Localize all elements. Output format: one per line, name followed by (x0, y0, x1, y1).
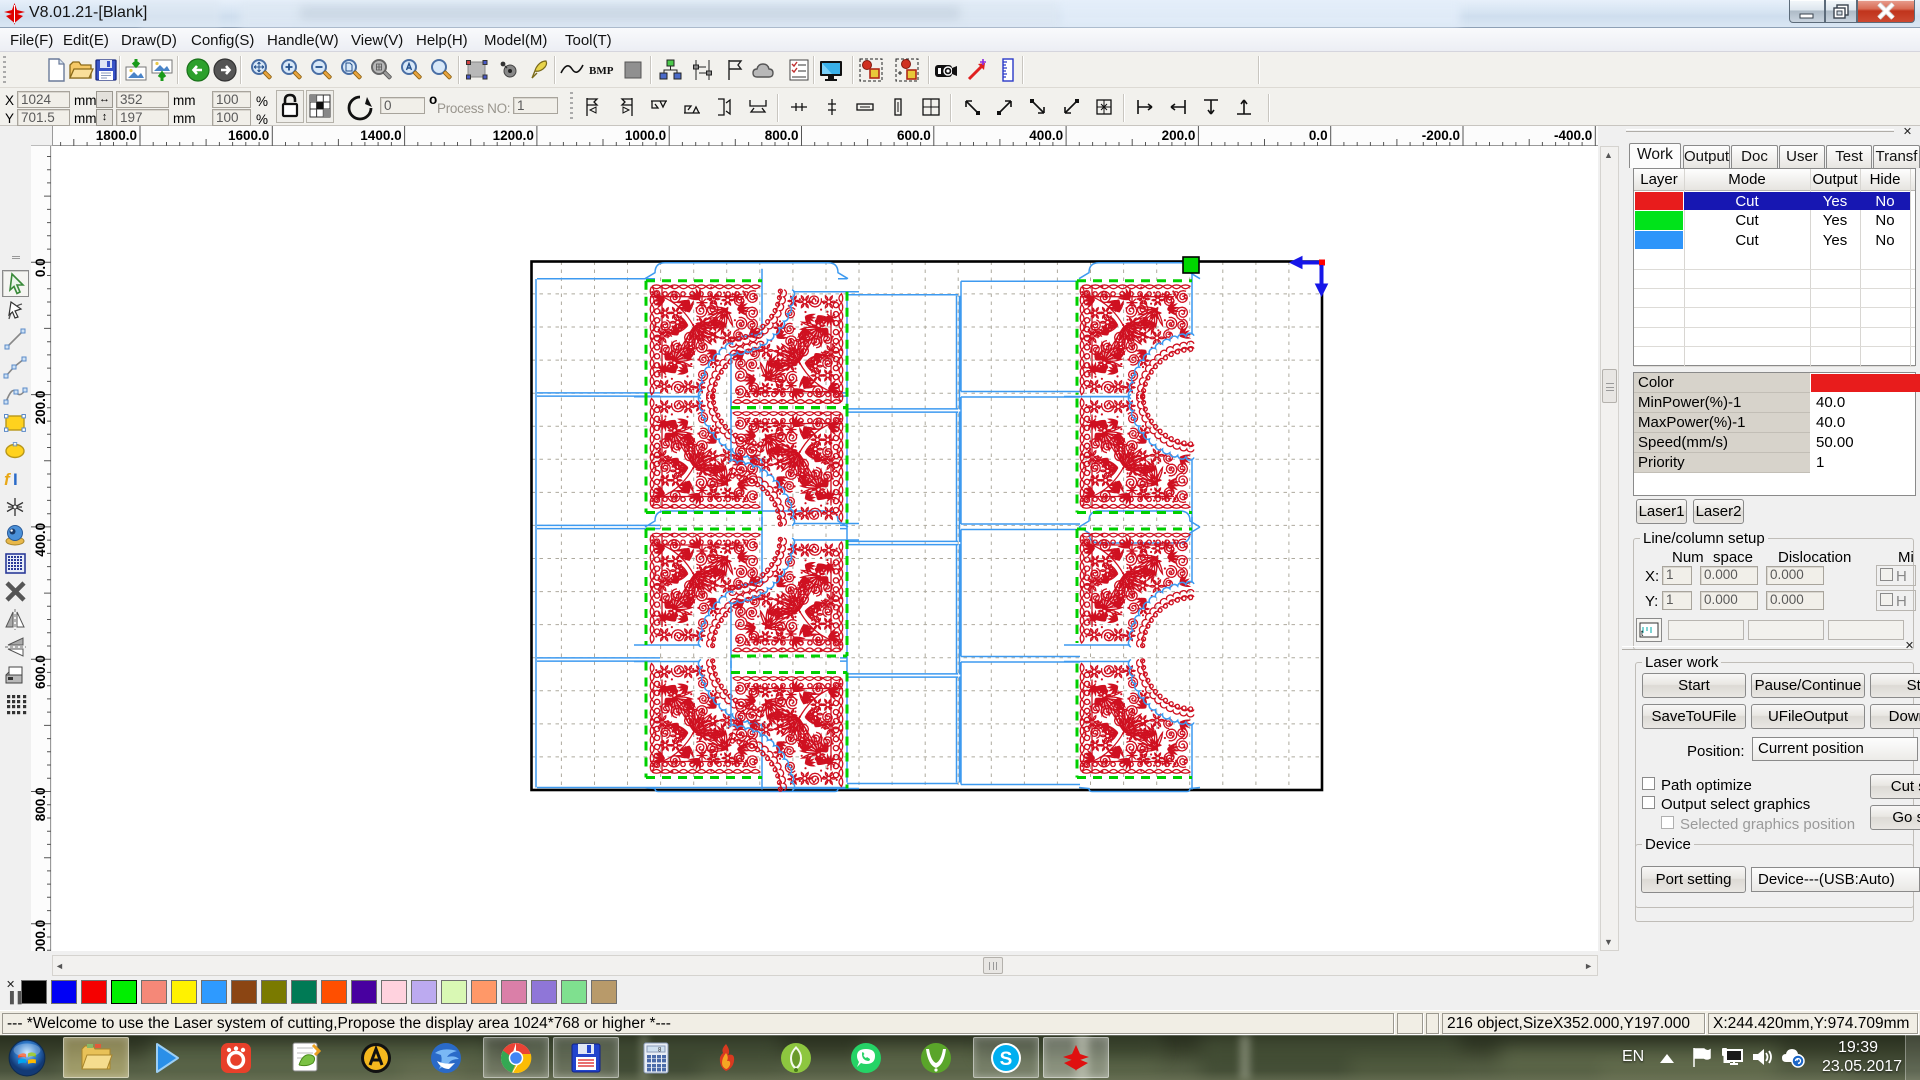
svg-text:200.0: 200.0 (33, 391, 48, 425)
svg-text:BMP: BMP (589, 65, 614, 77)
svg-text:200.0: 200.0 (1162, 128, 1196, 143)
svg-text:1000.0: 1000.0 (625, 128, 666, 143)
svg-text:1600.0: 1600.0 (228, 128, 269, 143)
svg-text:800.0: 800.0 (765, 128, 799, 143)
svg-text:0.0: 0.0 (1309, 128, 1328, 143)
svg-text:-200.0: -200.0 (1422, 128, 1460, 143)
svg-text:-400.0: -400.0 (1554, 128, 1592, 143)
svg-text:600.0: 600.0 (33, 655, 48, 689)
svg-text:0.0: 0.0 (33, 258, 48, 277)
svg-text:I: I (13, 470, 18, 489)
svg-text:400.0: 400.0 (33, 523, 48, 557)
svg-text:600.0: 600.0 (897, 128, 931, 143)
svg-text:1400.0: 1400.0 (360, 128, 401, 143)
svg-text:800.0: 800.0 (33, 788, 48, 822)
svg-text:S: S (1000, 1049, 1013, 1070)
svg-text:f: f (4, 470, 12, 489)
svg-text:400.0: 400.0 (1029, 128, 1063, 143)
svg-text:1000.0: 1000.0 (33, 920, 48, 951)
svg-text:1800.0: 1800.0 (96, 128, 137, 143)
svg-text:1200.0: 1200.0 (493, 128, 534, 143)
